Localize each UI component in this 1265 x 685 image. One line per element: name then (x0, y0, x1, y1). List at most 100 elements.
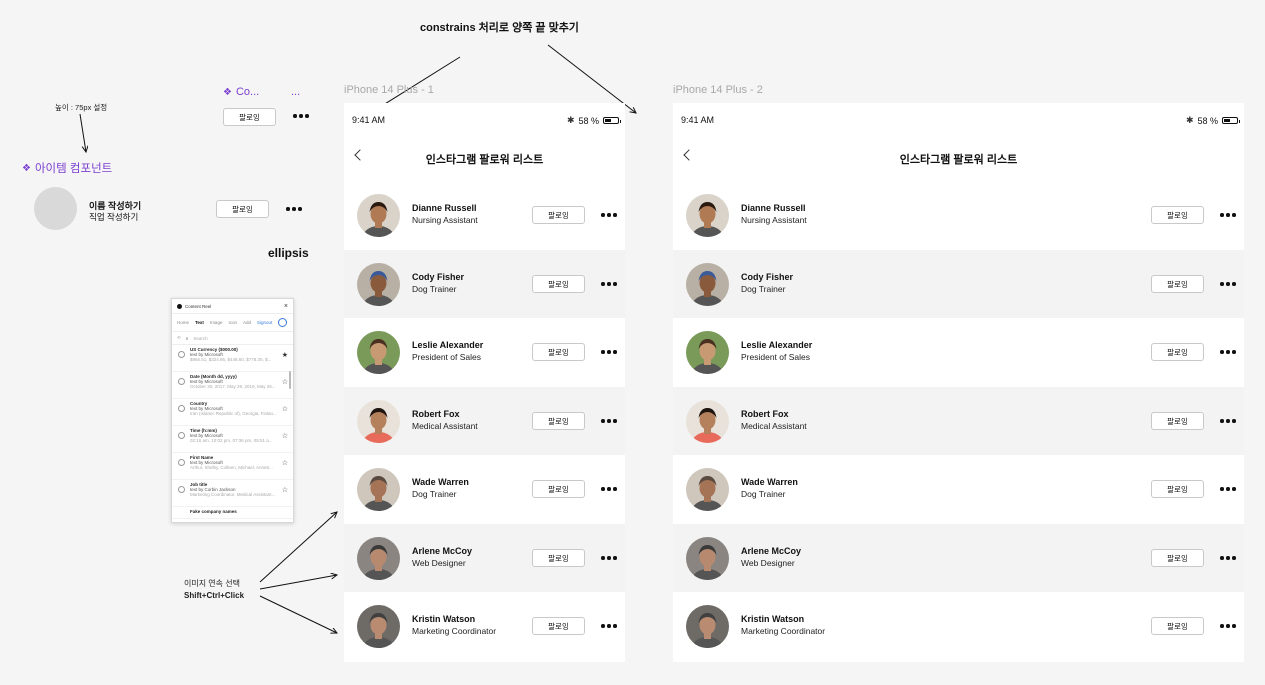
item-add-icon[interactable] (178, 486, 185, 493)
more-icon[interactable] (601, 350, 617, 354)
follower-row[interactable]: Arlene McCoy Web Designer 팔로잉 (673, 524, 1244, 592)
avatar[interactable] (357, 400, 400, 443)
refresh-icon[interactable]: ⟲ (177, 335, 181, 341)
avatar[interactable] (357, 537, 400, 580)
tab-text[interactable]: Text (195, 320, 204, 325)
follower-row[interactable]: Kristin Watson Marketing Coordinator 팔로잉 (673, 592, 1244, 660)
follower-name: Leslie Alexander (412, 340, 484, 350)
ellipsis-component-label[interactable]: ... (291, 86, 300, 98)
follower-row[interactable]: Wade Warren Dog Trainer 팔로잉 (673, 455, 1244, 523)
avatar[interactable] (686, 263, 729, 306)
plugin-list-item[interactable]: Time (h:mm) text by Microsoft 02:16 am, 10… (172, 426, 293, 453)
follower-row[interactable]: Robert Fox Medical Assistant 팔로잉 (673, 387, 1244, 455)
tab-signout[interactable]: Signout (257, 320, 272, 325)
following-button[interactable]: 팔로잉 (1151, 412, 1204, 430)
follower-row[interactable]: Cody Fisher Dog Trainer 팔로잉 (673, 250, 1244, 318)
user-icon[interactable] (278, 318, 288, 327)
more-icon-component[interactable] (293, 114, 309, 118)
following-button[interactable]: 팔로잉 (532, 617, 585, 635)
star-icon[interactable]: ★ (282, 351, 288, 359)
avatar[interactable] (686, 194, 729, 237)
follower-row[interactable]: Dianne Russell Nursing Assistant 팔로잉 (673, 181, 1244, 249)
follow-button-component[interactable]: 팔로잉 (223, 108, 276, 126)
tab-add[interactable]: Add (243, 320, 251, 325)
follower-row[interactable]: Leslie Alexander President of Sales 팔로잉 (344, 318, 625, 386)
more-icon[interactable] (601, 213, 617, 217)
search-input[interactable]: Search (193, 336, 207, 341)
avatar[interactable] (686, 537, 729, 580)
follower-row[interactable]: Dianne Russell Nursing Assistant 팔로잉 (344, 181, 625, 249)
follower-job: President of Sales (741, 352, 810, 362)
follower-row[interactable]: Leslie Alexander President of Sales 팔로잉 (673, 318, 1244, 386)
plugin-list-item[interactable]: First Name text by Microsoft Arthur, Shelb… (172, 453, 293, 480)
more-icon[interactable] (1220, 213, 1236, 217)
plugin-list-item[interactable]: Job title text by Corbin Jackson Marketing… (172, 480, 293, 507)
following-button[interactable]: 팔로잉 (532, 343, 585, 361)
button-component-label[interactable]: ❖ Co... (223, 86, 259, 98)
battery-icon (603, 117, 621, 124)
avatar[interactable] (686, 605, 729, 648)
plugin-list-item[interactable]: Country text by Microsoft Iran (Islamic Re… (172, 399, 293, 426)
follower-row[interactable]: Robert Fox Medical Assistant 팔로잉 (344, 387, 625, 455)
plugin-partial-item[interactable]: Fake company names (172, 507, 293, 519)
following-button[interactable]: 팔로잉 (1151, 206, 1204, 224)
plugin-list-item[interactable]: Date (Month dd, yyyy) text by Microsoft Oc… (172, 372, 293, 399)
star-icon[interactable]: ☆ (282, 459, 288, 467)
more-icon[interactable] (1220, 624, 1236, 628)
more-icon[interactable] (601, 419, 617, 423)
plugin-search[interactable]: ⟲ ⌕ Search (172, 332, 293, 345)
plugin-list-item[interactable]: US Currency ($000.00) text by Microsoft $9… (172, 345, 293, 372)
follower-row[interactable]: Wade Warren Dog Trainer 팔로잉 (344, 455, 625, 523)
more-icon[interactable] (1220, 350, 1236, 354)
more-icon[interactable] (601, 624, 617, 628)
follower-row[interactable]: Arlene McCoy Web Designer 팔로잉 (344, 524, 625, 592)
more-icon[interactable] (601, 282, 617, 286)
following-button[interactable]: 팔로잉 (532, 275, 585, 293)
following-button[interactable]: 팔로잉 (532, 549, 585, 567)
status-time: 9:41 AM (352, 115, 386, 125)
avatar[interactable] (686, 468, 729, 511)
following-button[interactable]: 팔로잉 (532, 480, 585, 498)
more-icon[interactable] (601, 487, 617, 491)
avatar[interactable] (357, 605, 400, 648)
item-follow-button[interactable]: 팔로잉 (216, 200, 269, 218)
item-add-icon[interactable] (178, 432, 185, 439)
avatar[interactable] (357, 331, 400, 374)
item-more-icon[interactable] (286, 207, 302, 211)
star-icon[interactable]: ☆ (282, 378, 288, 386)
more-icon[interactable] (1220, 419, 1236, 423)
more-icon[interactable] (1220, 282, 1236, 286)
following-button[interactable]: 팔로잉 (532, 206, 585, 224)
star-icon[interactable]: ☆ (282, 486, 288, 494)
following-button[interactable]: 팔로잉 (1151, 343, 1204, 361)
plugin-item-list: US Currency ($000.00) text by Microsoft $9… (172, 345, 293, 507)
more-icon[interactable] (601, 556, 617, 560)
follower-row[interactable]: Cody Fisher Dog Trainer 팔로잉 (344, 250, 625, 318)
item-add-icon[interactable] (178, 378, 185, 385)
star-icon[interactable]: ☆ (282, 405, 288, 413)
tab-home[interactable]: Home (177, 320, 189, 325)
follower-row[interactable]: Kristin Watson Marketing Coordinator 팔로잉 (344, 592, 625, 660)
following-button[interactable]: 팔로잉 (1151, 275, 1204, 293)
more-icon[interactable] (1220, 487, 1236, 491)
following-button[interactable]: 팔로잉 (1151, 617, 1204, 635)
star-icon[interactable]: ☆ (282, 432, 288, 440)
item-add-icon[interactable] (178, 405, 185, 412)
item-add-icon[interactable] (178, 459, 185, 466)
avatar[interactable] (357, 468, 400, 511)
plugin-scrollbar[interactable] (289, 371, 291, 389)
avatar[interactable] (686, 331, 729, 374)
follower-job: Nursing Assistant (412, 215, 478, 225)
avatar[interactable] (357, 263, 400, 306)
tab-image[interactable]: Image (210, 320, 223, 325)
tab-icon[interactable]: Icon (228, 320, 237, 325)
more-icon[interactable] (1220, 556, 1236, 560)
item-component-label[interactable]: ❖ 아이템 컴포넌트 (22, 160, 112, 176)
following-button[interactable]: 팔로잉 (1151, 549, 1204, 567)
following-button[interactable]: 팔로잉 (532, 412, 585, 430)
item-add-icon[interactable] (178, 351, 185, 358)
avatar[interactable] (357, 194, 400, 237)
avatar[interactable] (686, 400, 729, 443)
following-button[interactable]: 팔로잉 (1151, 480, 1204, 498)
close-icon[interactable]: × (284, 303, 288, 310)
